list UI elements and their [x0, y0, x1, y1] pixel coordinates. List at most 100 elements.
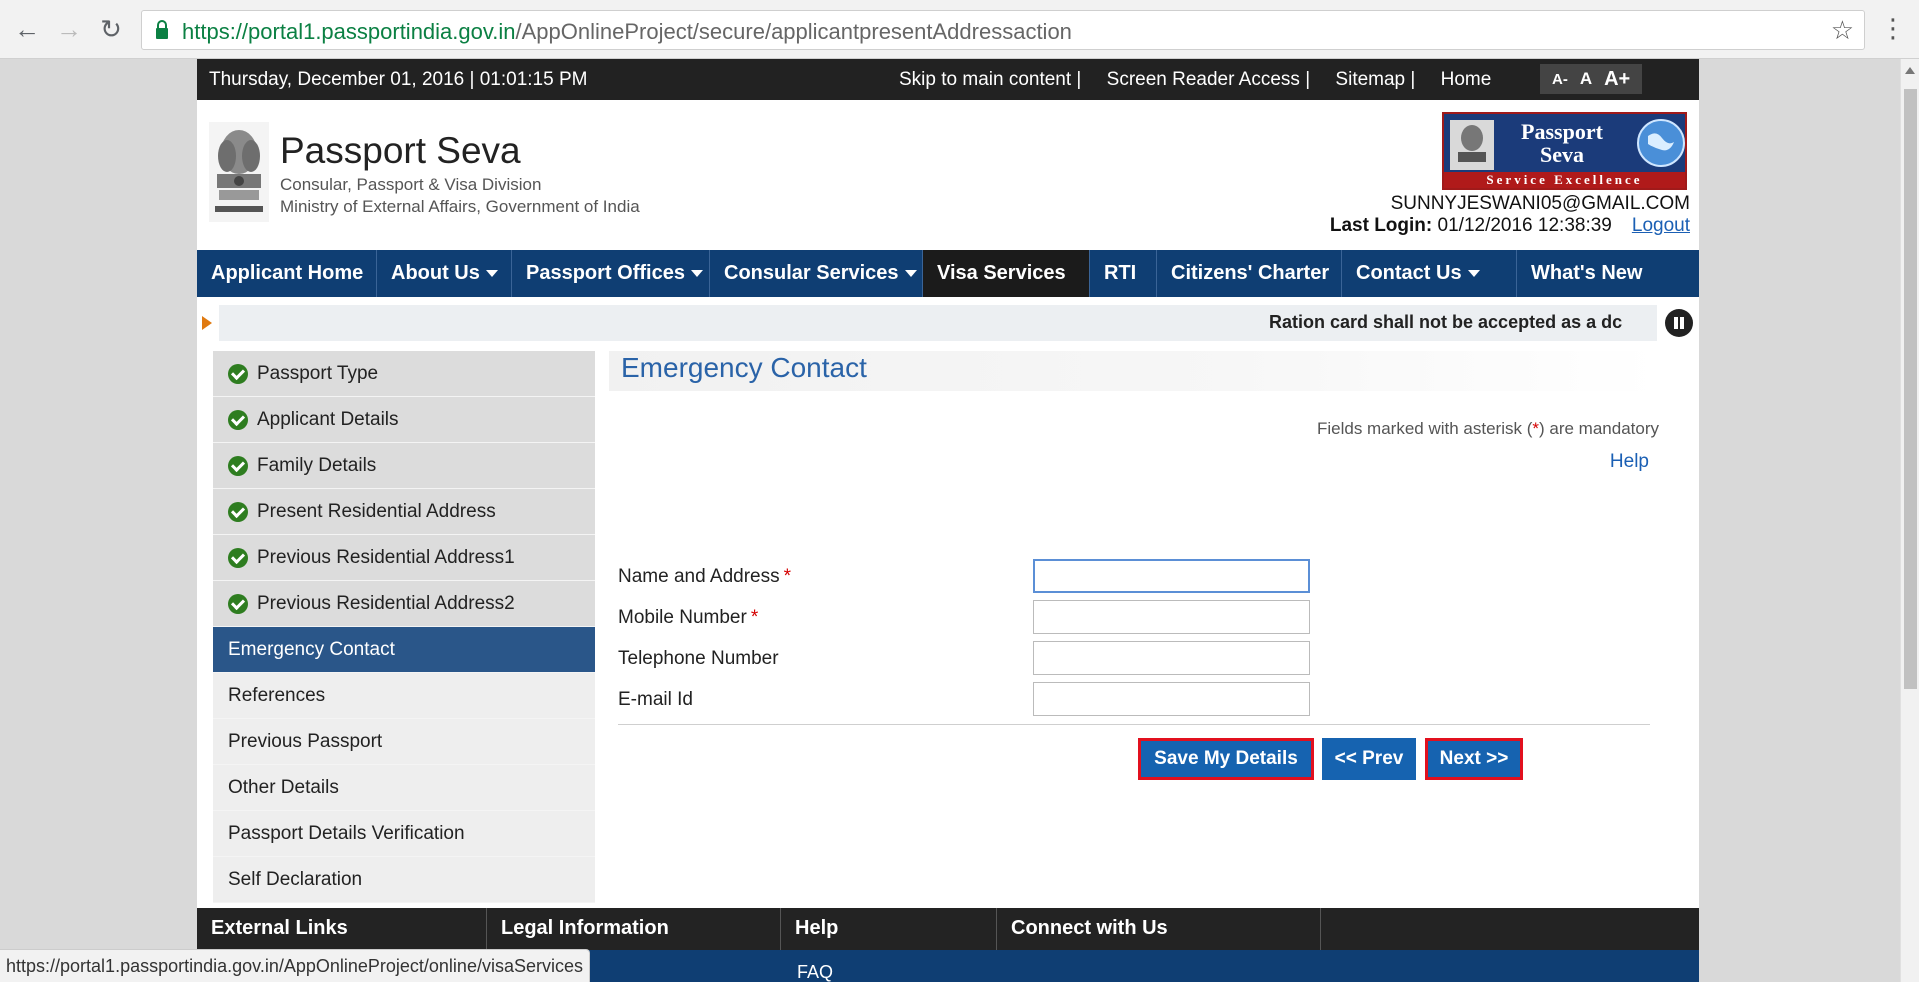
font-decrease-button[interactable]: A- — [1552, 71, 1568, 88]
nav-citizens-charter[interactable]: Citizens' Charter — [1157, 250, 1342, 297]
current-datetime: Thursday, December 01, 2016 | 01:01:15 P… — [209, 69, 588, 90]
footer-help[interactable]: Help — [781, 908, 997, 950]
check-icon — [228, 502, 248, 522]
pause-icon[interactable] — [1665, 309, 1693, 337]
news-ticker: Ration card shall not be accepted as a d… — [197, 303, 1699, 343]
nav-whats-new[interactable]: What's New — [1517, 250, 1699, 297]
back-arrow-icon[interactable]: ← — [12, 14, 42, 44]
check-icon — [228, 364, 248, 384]
mandatory-note: Fields marked with asterisk (*) are mand… — [1316, 419, 1659, 438]
save-details-button[interactable]: Save My Details — [1138, 738, 1314, 780]
browser-menu-icon[interactable]: ⋮ — [1880, 13, 1906, 44]
sidebar-item-family-details[interactable]: Family Details — [213, 443, 595, 489]
footer-faq-link[interactable]: FAQ — [797, 962, 833, 982]
sidebar-item-applicant-details[interactable]: Applicant Details — [213, 397, 595, 443]
sitemap-link[interactable]: Sitemap | — [1335, 69, 1415, 90]
emblem-small-icon — [1450, 120, 1494, 170]
sidebar-item-passport-type[interactable]: Passport Type — [213, 351, 595, 397]
national-emblem-icon — [209, 122, 269, 222]
logo-tagline: Service Excellence — [1444, 172, 1685, 188]
nav-rti[interactable]: RTI — [1090, 250, 1157, 297]
sidebar-item-passport-verification[interactable]: Passport Details Verification — [213, 811, 595, 857]
sidebar-item-previous-address2[interactable]: Previous Residential Address2 — [213, 581, 595, 627]
scroll-up-icon[interactable] — [1905, 67, 1915, 74]
forward-arrow-icon[interactable]: → — [54, 14, 84, 44]
footer-connect-with-us[interactable]: Connect with Us — [997, 908, 1321, 950]
check-icon — [228, 548, 248, 568]
email-id-label: E-mail Id — [618, 689, 693, 710]
telephone-number-input[interactable] — [1033, 641, 1310, 675]
url-text: https://portal1.passportindia.gov.in/App… — [182, 19, 1072, 44]
passport-seva-logo: Passport Seva Service Excellence — [1442, 112, 1687, 190]
sidebar-item-other-details[interactable]: Other Details — [213, 765, 595, 811]
footer-legal-information[interactable]: Legal Information — [487, 908, 781, 950]
form-row-name-address: Name and Address * — [618, 559, 1658, 595]
sidebar-item-present-address[interactable]: Present Residential Address — [213, 489, 595, 535]
globe-icon — [1637, 119, 1685, 167]
font-size-controls: A- A A+ — [1540, 64, 1643, 94]
ticker-text[interactable]: Ration card shall not be accepted as a d… — [1269, 312, 1649, 333]
name-address-label: Name and Address * — [618, 566, 791, 587]
address-bar[interactable]: https://portal1.passportindia.gov.in/App… — [141, 10, 1865, 50]
logo-title: Passport Seva — [1521, 119, 1603, 167]
sidebar-item-previous-passport[interactable]: Previous Passport — [213, 719, 595, 765]
sidebar-item-self-declaration[interactable]: Self Declaration — [213, 857, 595, 903]
nav-passport-offices[interactable]: Passport Offices — [512, 250, 710, 297]
sidebar-item-emergency-contact[interactable]: Emergency Contact — [213, 627, 595, 673]
next-button[interactable]: Next >> — [1425, 738, 1523, 780]
chevron-down-icon — [904, 270, 917, 278]
nav-about-us[interactable]: About Us — [377, 250, 512, 297]
chevron-down-icon — [485, 270, 498, 278]
sidebar-item-references[interactable]: References — [213, 673, 595, 719]
check-icon — [228, 456, 248, 476]
name-address-input[interactable] — [1033, 559, 1310, 593]
logout-link[interactable]: Logout — [1632, 215, 1690, 236]
home-link[interactable]: Home — [1441, 69, 1492, 90]
user-email: SUNNYJESWANI05@GMAIL.COM — [1390, 193, 1690, 214]
passport-seva-page: Thursday, December 01, 2016 | 01:01:15 P… — [197, 59, 1699, 982]
nav-contact-us[interactable]: Contact Us — [1342, 250, 1517, 297]
skip-to-main-link[interactable]: Skip to main content | — [899, 69, 1081, 90]
site-title: Passport Seva — [280, 130, 521, 171]
footer-navigation: External Links Legal Information Help Co… — [197, 908, 1699, 950]
nav-visa-services[interactable]: Visa Services — [923, 250, 1090, 297]
top-links: Skip to main content | Screen Reader Acc… — [889, 69, 1501, 91]
help-link[interactable]: Help — [1610, 451, 1649, 473]
form-row-email: E-mail Id — [618, 682, 1658, 718]
section-title: Emergency Contact — [609, 351, 1659, 391]
reload-icon[interactable]: ↻ — [96, 14, 126, 44]
chevron-down-icon — [1467, 270, 1480, 278]
site-subtitle-ministry: Ministry of External Affairs, Government… — [280, 197, 640, 216]
form-divider — [618, 724, 1650, 725]
browser-status-bar: https://portal1.passportindia.gov.in/App… — [0, 949, 590, 982]
last-login: Last Login: 01/12/2016 12:38:39 Logout — [1329, 215, 1690, 236]
email-id-input[interactable] — [1033, 682, 1310, 716]
nav-applicant-home[interactable]: Applicant Home — [197, 250, 377, 297]
top-strip: Thursday, December 01, 2016 | 01:01:15 P… — [197, 59, 1699, 100]
footer-external-links[interactable]: External Links — [197, 908, 487, 950]
form-buttons: Save My Details << Prev Next >> — [609, 738, 1669, 782]
prev-button[interactable]: << Prev — [1322, 738, 1416, 780]
check-icon — [228, 410, 248, 430]
check-icon — [228, 594, 248, 614]
telephone-number-label: Telephone Number — [618, 648, 779, 669]
lock-icon — [156, 20, 168, 39]
sidebar-item-previous-address1[interactable]: Previous Residential Address1 — [213, 535, 595, 581]
font-increase-button[interactable]: A+ — [1604, 68, 1630, 91]
ticker-bar: Ration card shall not be accepted as a d… — [219, 305, 1657, 341]
ticker-arrow-icon — [202, 316, 212, 330]
mobile-number-input[interactable] — [1033, 600, 1310, 634]
mobile-number-label: Mobile Number * — [618, 607, 759, 628]
screen-reader-link[interactable]: Screen Reader Access | — [1107, 69, 1310, 90]
scrollbar[interactable] — [1900, 59, 1919, 982]
chevron-down-icon — [690, 270, 703, 278]
font-normal-button[interactable]: A — [1580, 69, 1592, 89]
scroll-thumb[interactable] — [1904, 89, 1917, 689]
nav-consular-services[interactable]: Consular Services — [710, 250, 923, 297]
browser-toolbar: ← → ↻ https://portal1.passportindia.gov.… — [0, 0, 1919, 59]
form-row-telephone: Telephone Number — [618, 641, 1658, 677]
bookmark-star-icon[interactable]: ☆ — [1831, 15, 1854, 46]
form-row-mobile: Mobile Number * — [618, 600, 1658, 636]
site-subtitle-division: Consular, Passport & Visa Division — [280, 175, 542, 194]
main-navigation: Applicant Home About Us Passport Offices… — [197, 250, 1699, 297]
